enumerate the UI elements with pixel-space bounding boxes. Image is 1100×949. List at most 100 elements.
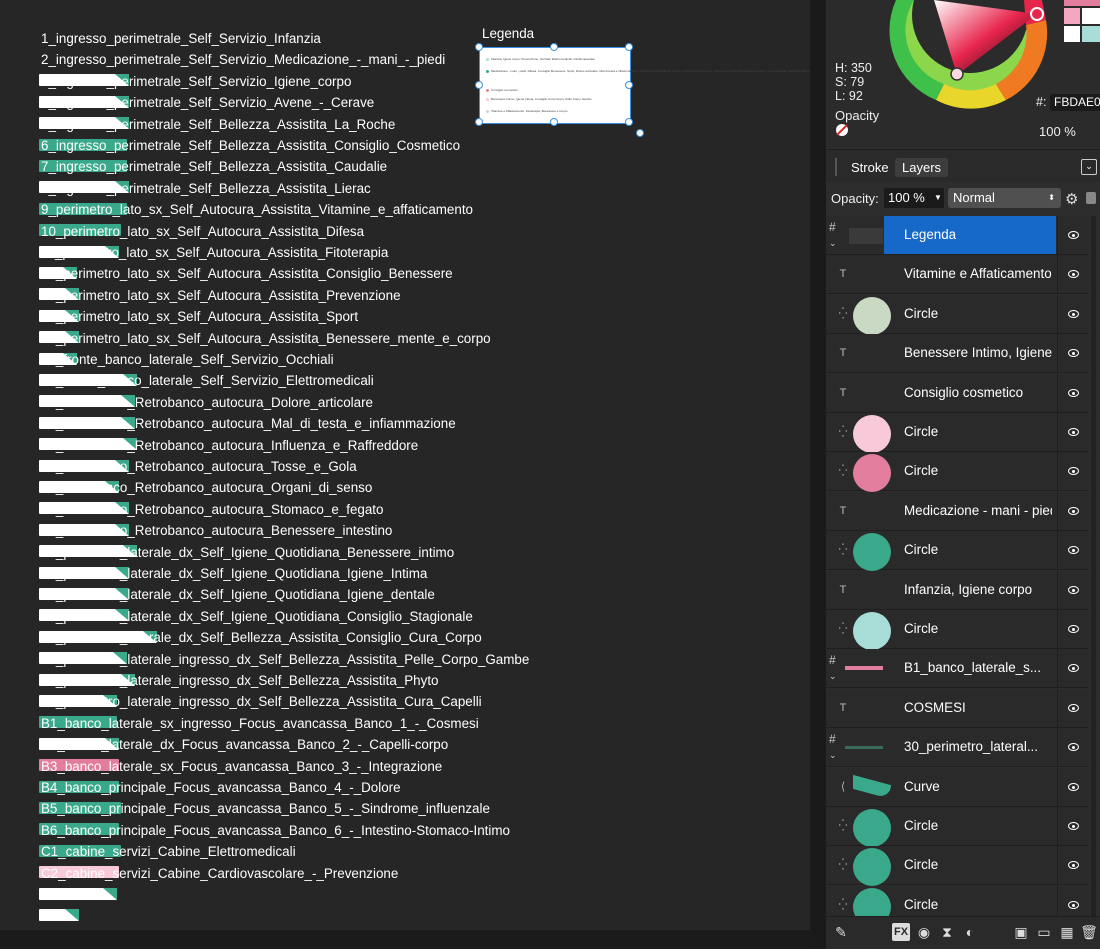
artboard-label[interactable]: B3_banco_laterale_sx_Focus_avancassa_Ban… bbox=[41, 757, 442, 777]
eye-icon[interactable] bbox=[1057, 728, 1089, 767]
artboard-label[interactable]: B5_banco_principale_Focus_avancassa_Banc… bbox=[41, 799, 490, 819]
layer-name-cell[interactable]: Circle bbox=[884, 807, 1056, 845]
chevron-down-icon[interactable]: ⌄ bbox=[829, 238, 837, 249]
artboard-label[interactable]: C2_cabine_servizi_Cabine_Cardiovascolare… bbox=[41, 864, 398, 884]
hue-picker[interactable] bbox=[1030, 7, 1044, 21]
artboard-label[interactable]: 8_ingresso_perimetrale_Self_Bellezza_Ass… bbox=[41, 179, 371, 199]
artboard-label[interactable]: 20_retrobanco_Retrobanco_autocura_Influe… bbox=[41, 436, 418, 456]
blend-mode-select[interactable]: Normal ⬍ bbox=[948, 188, 1061, 208]
layer-row[interactable]: # ⌄ Legenda bbox=[826, 216, 1089, 255]
layer-row[interactable]: ⁛ Circle bbox=[826, 610, 1089, 650]
mask-icon[interactable]: ◉ bbox=[915, 923, 933, 941]
layer-name-cell[interactable]: Circle bbox=[884, 846, 1056, 884]
tab-grip[interactable] bbox=[835, 158, 837, 176]
layer-name-cell[interactable]: Legenda bbox=[884, 216, 1056, 254]
color-opacity-value[interactable]: 100 % bbox=[1039, 124, 1076, 139]
layer-row[interactable]: T Infanzia, Igiene corpo bbox=[826, 570, 1089, 610]
artboard-label[interactable]: 6_ingresso_perimetrale_Self_Bellezza_Ass… bbox=[41, 136, 460, 156]
layer-row[interactable]: T Medicazione - mani - piedi bbox=[826, 491, 1089, 531]
artboard-label[interactable]: 28_perimetro_laterale_dx_Self_Igiene_Quo… bbox=[41, 607, 473, 627]
tab-stroke[interactable]: Stroke bbox=[844, 158, 896, 177]
artboard-label[interactable]: 16_fronte_banco_laterale_Self_Servizio_O… bbox=[41, 350, 334, 370]
layer-name-cell[interactable]: Medicazione - mani - piedi bbox=[884, 492, 1056, 530]
selection-handle-mr[interactable] bbox=[625, 81, 633, 89]
layer-row[interactable]: # ⌄ 30_perimetro_lateral... bbox=[826, 728, 1089, 768]
layer-row[interactable]: T COSMESI bbox=[826, 688, 1089, 728]
artboard-label[interactable]: 7_ingresso_perimetrale_Self_Bellezza_Ass… bbox=[41, 157, 387, 177]
lock-icon[interactable] bbox=[1086, 192, 1096, 204]
layer-name-cell[interactable]: Circle bbox=[884, 452, 1056, 490]
canvas[interactable]: 1_ingresso_perimetrale_Self_Servizio_Inf… bbox=[0, 0, 810, 930]
artboard-label[interactable]: 3_ingresso_perimetrale_Self_Servizio_Igi… bbox=[41, 72, 351, 92]
eye-icon[interactable] bbox=[1057, 807, 1089, 845]
artboard-label[interactable]: 1_ingresso_perimetrale_Self_Servizio_Inf… bbox=[41, 29, 321, 49]
opacity-dropdown-icon[interactable]: ▼ bbox=[932, 188, 944, 208]
artboard-label[interactable]: 10_perimetro_lato_sx_Self_Autocura_Assis… bbox=[41, 222, 364, 242]
eye-icon[interactable] bbox=[1057, 452, 1089, 491]
artboard-label[interactable]: 31_perimetro_laterale_ingresso_dx_Self_B… bbox=[41, 671, 439, 691]
artboard-label[interactable]: 24_retrobanco_Retrobanco_autocura_Beness… bbox=[41, 521, 392, 541]
layer-name-cell[interactable]: Circle bbox=[884, 531, 1056, 569]
trash-icon[interactable]: 🗑 bbox=[1080, 923, 1098, 941]
layer-name-cell[interactable]: Benessere Intimo, Igiene Intima bbox=[884, 334, 1056, 372]
artboard-label[interactable]: 4_ingresso_perimetrale_Self_Servizio_Ave… bbox=[41, 93, 374, 113]
artboard-label[interactable]: 17_fronte_banco_laterale_Self_Servizio_E… bbox=[41, 371, 374, 391]
tab-layers[interactable]: Layers bbox=[895, 158, 949, 177]
eye-icon[interactable] bbox=[1057, 649, 1089, 688]
artboard-label[interactable]: 21_retrobanco_Retrobanco_autocura_Tosse_… bbox=[41, 457, 357, 477]
panel-menu-icon[interactable]: ⌄ bbox=[1081, 159, 1097, 175]
checker-icon[interactable]: ▦ bbox=[1058, 923, 1076, 941]
palette-swatches[interactable] bbox=[1064, 0, 1100, 42]
eye-icon[interactable] bbox=[1057, 294, 1089, 333]
gear-icon[interactable]: ⚙ bbox=[1065, 190, 1078, 208]
edit-icon[interactable]: ✎ bbox=[832, 923, 850, 941]
panel-divider[interactable] bbox=[810, 0, 827, 948]
selection-handle-bl[interactable] bbox=[475, 118, 483, 126]
eye-icon[interactable] bbox=[1057, 491, 1089, 530]
artboard-label[interactable]: 23_retrobanco_Retrobanco_autocura_Stomac… bbox=[41, 500, 383, 520]
artboard-label[interactable]: 19_retrobanco_Retrobanco_autocura_Mal_di… bbox=[41, 414, 456, 434]
layers-scrollbar[interactable] bbox=[1091, 216, 1096, 916]
layer-name-cell[interactable]: Circle bbox=[884, 610, 1056, 648]
rotation-handle[interactable] bbox=[636, 129, 644, 137]
layer-name-cell[interactable]: Consiglio cosmetico bbox=[884, 374, 1056, 412]
artboard-label[interactable]: B6_banco_principale_Focus_avancassa_Banc… bbox=[41, 821, 510, 841]
layer-opacity-input[interactable]: 100 % bbox=[884, 188, 936, 208]
artboard-label[interactable]: 13_perimetro_lato_sx_Self_Autocura_Assis… bbox=[41, 286, 401, 306]
layer-row[interactable]: ⁛ Circle bbox=[826, 807, 1089, 847]
artboard-label[interactable]: 15_perimetro_lato_sx_Self_Autocura_Assis… bbox=[41, 329, 491, 349]
artboard-label[interactable]: 22_retrobanco_Retrobanco_autocura_Organi… bbox=[41, 478, 372, 498]
artboard-label[interactable]: 27_perimetro_laterale_dx_Self_Igiene_Quo… bbox=[41, 585, 435, 605]
legend-artboard[interactable]: Infanzia, Igiene corpo, Prevenzione, Occ… bbox=[479, 47, 810, 124]
layer-row[interactable]: ⁛ Circle bbox=[826, 413, 1089, 453]
chevron-down-icon[interactable]: ⌄ bbox=[829, 750, 837, 761]
layer-name-cell[interactable]: Circle bbox=[884, 413, 1056, 451]
selection-handle-ml[interactable] bbox=[475, 81, 483, 89]
eye-icon[interactable] bbox=[1057, 413, 1089, 451]
selection-handle-tm[interactable] bbox=[550, 43, 558, 51]
selection-handle-tl[interactable] bbox=[475, 43, 483, 51]
layer-name-cell[interactable]: B1_banco_laterale_s... bbox=[884, 649, 1056, 687]
hex-input[interactable]: FBDAE0 bbox=[1050, 94, 1100, 111]
artboard-label[interactable]: 29_perimetro_laterale_dx_Self_Bellezza_A… bbox=[41, 628, 482, 648]
layer-row[interactable]: T Benessere Intimo, Igiene Intima bbox=[826, 334, 1089, 374]
artboard-label[interactable]: 2_ingresso_perimetrale_Self_Servizio_Med… bbox=[41, 50, 445, 70]
layer-row[interactable]: ⁛ Circle bbox=[826, 531, 1089, 572]
layer-row[interactable]: # ⌄ B1_banco_laterale_s... bbox=[826, 649, 1089, 689]
layer-name-cell[interactable]: 30_perimetro_lateral... bbox=[884, 728, 1056, 766]
group-folder-icon[interactable]: ▭ bbox=[1035, 923, 1053, 941]
artboard-label[interactable]: B4_banco_principale_Focus_avancassa_Banc… bbox=[41, 778, 401, 798]
layer-name-cell[interactable]: COSMESI bbox=[884, 689, 1056, 727]
selection-handle-br[interactable] bbox=[625, 118, 633, 126]
layer-row[interactable]: T Consiglio cosmetico bbox=[826, 373, 1089, 413]
artboard-label[interactable]: 12_perimetro_lato_sx_Self_Autocura_Assis… bbox=[41, 264, 453, 284]
add-pixel-layer-icon[interactable]: ▣ bbox=[1012, 923, 1030, 941]
live-filter-icon[interactable]: ◐ bbox=[961, 923, 979, 941]
no-fill-icon[interactable] bbox=[836, 124, 848, 136]
artboard-label[interactable]: 18_retrobanco_Retrobanco_autocura_Dolore… bbox=[41, 393, 373, 413]
artboard-label[interactable]: 25_perimetro_laterale_dx_Self_Igiene_Quo… bbox=[41, 543, 454, 563]
layer-row[interactable]: ⁛ Circle bbox=[826, 452, 1089, 493]
eye-icon[interactable] bbox=[1057, 531, 1089, 570]
selection-handle-tr[interactable] bbox=[625, 43, 633, 51]
eye-icon[interactable] bbox=[1057, 767, 1089, 806]
